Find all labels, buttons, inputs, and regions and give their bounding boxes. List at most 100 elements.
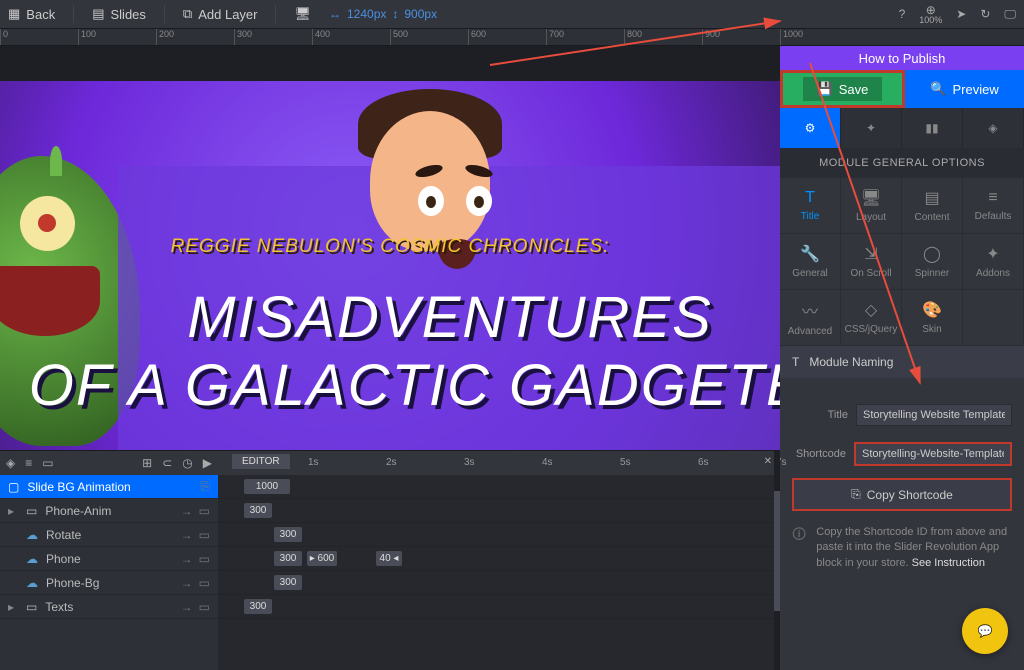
ruler-tick: 100 — [78, 29, 96, 46]
eye-icon[interactable]: ◈ — [6, 456, 15, 470]
timeline-row[interactable]: ▸▭Phone-Anim→▭ — [0, 499, 218, 523]
option-defaults[interactable]: ≡Defaults — [963, 178, 1024, 234]
ruler-tick: 300 — [234, 29, 252, 46]
help-text-row: 🛈 Copy the Shortcode ID from above and p… — [780, 515, 1024, 581]
timeline-track[interactable]: 300 — [218, 523, 780, 547]
keyframe-block[interactable]: 300 — [274, 551, 302, 566]
option-title[interactable]: TTitle — [780, 178, 841, 234]
zoom-label: 100% — [919, 16, 942, 25]
option-addons[interactable]: ✦Addons — [963, 234, 1024, 290]
module-naming-header[interactable]: TModule Naming — [780, 346, 1024, 378]
search-icon: 🔍 — [930, 81, 946, 97]
keyframe-block[interactable]: 300 — [244, 599, 272, 614]
preview-button[interactable]: 🔍Preview — [905, 70, 1024, 108]
tab-settings[interactable]: ⚙ — [780, 108, 841, 148]
options-grid: TTitle🖥Layout▤Content≡Defaults 🔧General⇲O… — [780, 178, 1024, 346]
stopwatch-icon[interactable]: ◷ — [182, 456, 192, 470]
copy-icon: ⎘ — [851, 487, 861, 502]
save-icon: 💾 — [817, 81, 833, 97]
title-input[interactable] — [856, 404, 1012, 426]
section-title: MODULE GENERAL OPTIONS — [780, 148, 1024, 178]
timeline-layer-tree: ◈ ≡ ▭ ⊞ ⊂ ◷ ▶ ▢Slide BG Animation⎘▸▭Phon… — [0, 451, 218, 670]
option-css-jquery[interactable]: ◇CSS/jQuery — [841, 290, 902, 346]
top-toolbar: ▦Back ▤Slides ⧉Add Layer 🖥 ↔1240px ↕900p… — [0, 0, 1024, 28]
how-to-publish-banner[interactable]: How to Publish — [780, 46, 1024, 70]
device-icon[interactable]: 🖵 — [1004, 7, 1016, 22]
time-mark: 1s — [308, 457, 319, 468]
keyframe-block[interactable]: 40 ◂ — [376, 551, 402, 566]
slide-title-line2[interactable]: OF A GALACTIC GADGETEER — [0, 352, 780, 419]
horizontal-ruler: 01002003004005006007008009001000 — [0, 28, 1024, 46]
keyframe-block[interactable]: 300 — [244, 503, 272, 518]
option-spinner[interactable]: ◯Spinner — [902, 234, 963, 290]
timeline-scrollbar[interactable] — [774, 451, 780, 670]
slides-button[interactable]: ▤Slides — [92, 6, 146, 22]
tab-layers[interactable]: ◈ — [963, 108, 1024, 148]
tab-slides[interactable]: ▮▮ — [902, 108, 963, 148]
ruler-tick: 700 — [546, 29, 564, 46]
resize-h-icon[interactable]: ↔ — [329, 7, 341, 21]
layers-icon: ⧉ — [183, 6, 192, 22]
ruler-tick: 200 — [156, 29, 174, 46]
cursor-icon[interactable]: ➤ — [956, 7, 966, 21]
folder-icon[interactable]: ▭ — [42, 456, 53, 470]
back-button[interactable]: ▦Back — [8, 6, 55, 22]
timeline-track[interactable]: 300 — [218, 571, 780, 595]
see-instruction-link[interactable]: See Instruction — [912, 557, 985, 569]
slide-subtitle[interactable]: REGGIE NEBULON'S COSMIC CHRONICLES: — [0, 236, 780, 258]
slide-title-line1[interactable]: MISADVENTURES — [0, 284, 780, 351]
timeline-track[interactable]: 300 ▸ 600 40 ◂ — [218, 547, 780, 571]
ruler-tick: 800 — [624, 29, 642, 46]
slide-canvas[interactable]: REGGIE NEBULON'S COSMIC CHRONICLES: MISA… — [0, 46, 780, 450]
timeline-row[interactable]: ☁Rotate→▭ — [0, 523, 218, 547]
option-general[interactable]: 🔧General — [780, 234, 841, 290]
timeline-close-icon[interactable]: ✕ — [764, 456, 772, 467]
option-layout[interactable]: 🖥Layout — [841, 178, 902, 234]
shortcode-input[interactable] — [854, 442, 1012, 466]
slides-icon: ▤ — [92, 6, 104, 22]
keyframe-block[interactable]: 300 — [274, 527, 302, 542]
option-advanced[interactable]: 〰Advanced — [780, 290, 841, 346]
time-mark: 4s — [542, 457, 553, 468]
add-layer-button[interactable]: ⧉Add Layer — [183, 6, 258, 22]
help-icon[interactable]: ? — [899, 7, 906, 21]
timeline-row[interactable]: ☁Phone-Bg→▭ — [0, 571, 218, 595]
tab-navigation[interactable]: ✦ — [841, 108, 902, 148]
magnet-icon[interactable]: ⊂ — [162, 456, 172, 470]
editor-tab[interactable]: EDITOR — [232, 454, 290, 469]
copy-shortcode-button[interactable]: ⎘Copy Shortcode — [792, 478, 1012, 511]
timeline-track[interactable]: 300 — [218, 499, 780, 523]
columns-icon[interactable]: ⊞ — [142, 456, 152, 470]
save-button[interactable]: 💾Save — [780, 70, 905, 108]
chat-fab[interactable]: 💬 — [962, 608, 1008, 654]
shortcode-field-row: Shortcode — [780, 434, 1024, 474]
resize-v-icon[interactable]: ↕ — [392, 7, 398, 21]
info-icon: 🛈 — [792, 525, 806, 571]
time-mark: 2s — [386, 457, 397, 468]
option-on-scroll[interactable]: ⇲On Scroll — [841, 234, 902, 290]
sliders-icon: ▮▮ — [925, 121, 938, 135]
keyframe-block[interactable]: ▸ 600 — [307, 551, 337, 566]
right-sidebar: How to Publish 💾Save 🔍Preview ⚙ ✦ ▮▮ ◈ M… — [780, 46, 1024, 670]
nav-icon: ✦ — [866, 121, 876, 135]
timeline-tracks[interactable]: EDITOR ✕ 1s2s3s4s5s6s7s 1000300300300▸ 6… — [218, 451, 780, 670]
desktop-view-icon[interactable]: 🖥 — [294, 6, 311, 22]
timeline-track[interactable]: 300 — [218, 595, 780, 619]
grid-icon: ▦ — [8, 6, 20, 22]
keyframe-block[interactable]: 300 — [274, 575, 302, 590]
option-content[interactable]: ▤Content — [902, 178, 963, 234]
list-icon[interactable]: ≡ — [25, 456, 32, 470]
shortcode-label: Shortcode — [792, 448, 846, 460]
timeline-toolbar: ◈ ≡ ▭ ⊞ ⊂ ◷ ▶ — [0, 451, 218, 475]
text-icon: T — [792, 355, 799, 369]
keyframe-block[interactable]: 1000 — [244, 479, 290, 494]
timeline-row[interactable]: ☁Phone→▭ — [0, 547, 218, 571]
ruler-tick: 1000 — [780, 29, 803, 46]
timeline-row[interactable]: ▢Slide BG Animation⎘ — [0, 475, 218, 499]
timeline-track[interactable]: 1000 — [218, 475, 780, 499]
play-icon[interactable]: ▶ — [203, 456, 212, 470]
option-skin[interactable]: 🎨Skin — [902, 290, 963, 346]
timeline-row[interactable]: ▸▭Texts→▭ — [0, 595, 218, 619]
undo-icon[interactable]: ↻ — [980, 7, 990, 21]
ruler-tick: 600 — [468, 29, 486, 46]
